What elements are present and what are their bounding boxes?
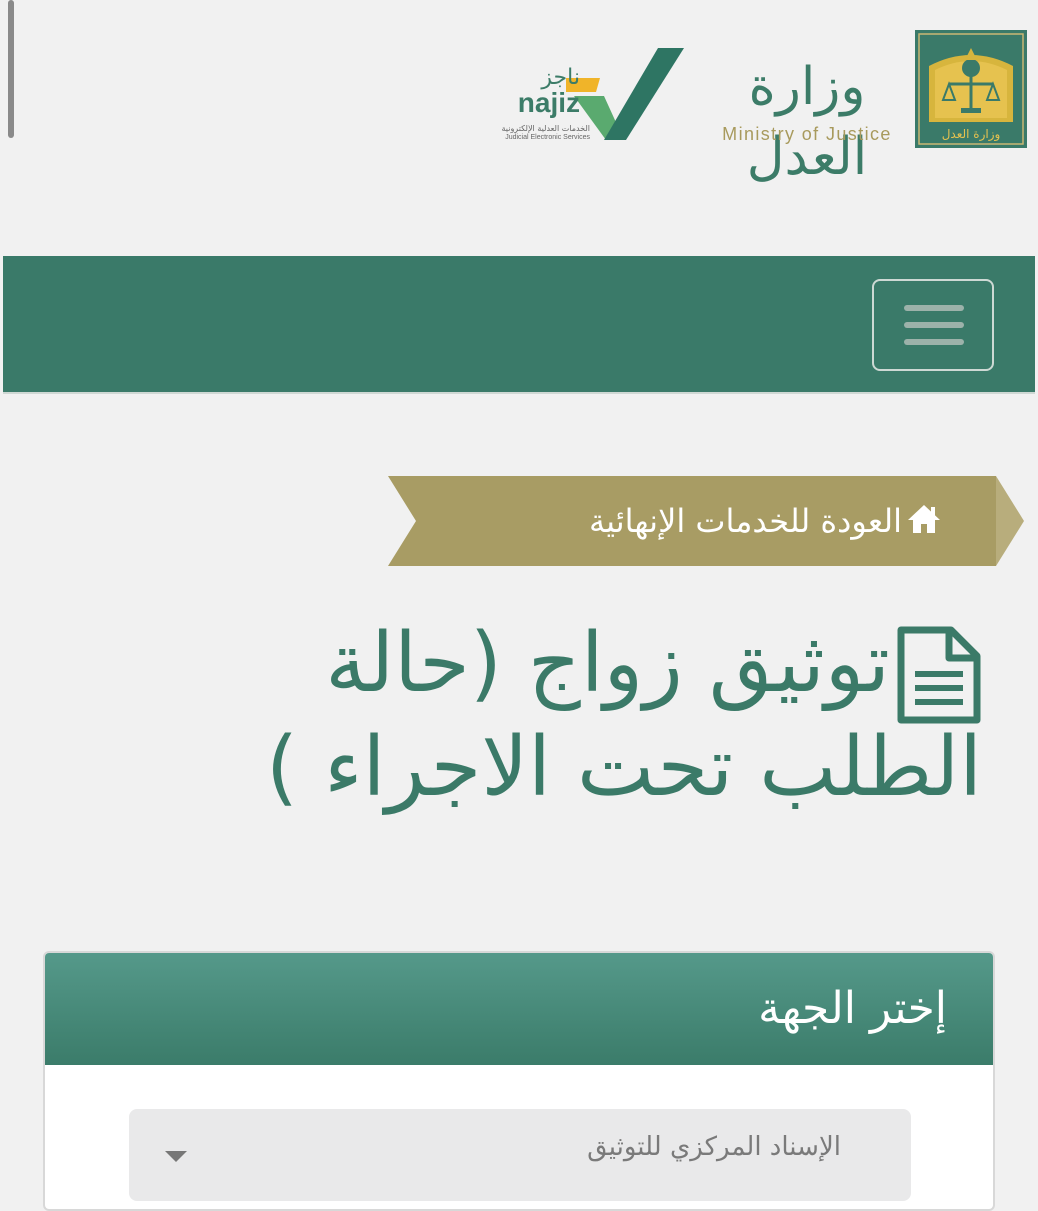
home-icon: [908, 505, 940, 533]
breadcrumb-label: العودة للخدمات الإنهائية: [588, 502, 902, 540]
najiz-tagline-english: Judicial Electronic Services: [505, 134, 590, 141]
main-navbar: [3, 256, 1035, 394]
najiz-tagline-arabic: الخدمات العدلية الإلكترونية: [501, 124, 590, 133]
moj-emblem-logo[interactable]: وزارة العدل: [915, 30, 1027, 148]
menu-toggle-button[interactable]: [872, 279, 994, 371]
page-title-line-1: توثيق زواج (حالة: [325, 616, 890, 711]
caret-down-icon: [165, 1151, 187, 1162]
najiz-name-english: najiz: [517, 87, 580, 118]
select-authority-panel: إختر الجهة الإسناد المركزي للتوثيق: [43, 951, 995, 1211]
panel-title: إختر الجهة: [758, 983, 947, 1034]
authority-select-value: الإسناد المركزي للتوثيق: [587, 1132, 841, 1162]
authority-select[interactable]: الإسناد المركزي للتوثيق: [129, 1109, 911, 1201]
site-header: وزارة العدل وزارة العدل Ministry of Just…: [0, 0, 1038, 250]
back-to-services-breadcrumb[interactable]: العودة للخدمات الإنهائية: [388, 476, 1028, 566]
moj-name-arabic: وزارة العدل: [746, 57, 868, 187]
panel-header: إختر الجهة: [45, 953, 993, 1065]
page-title: توثيق زواج (حالة الطلب تحت الاجراء ): [40, 612, 982, 820]
document-icon: [897, 626, 981, 724]
moj-name-english: Ministry of Justice: [722, 124, 892, 144]
svg-text:وزارة العدل: وزارة العدل: [942, 127, 1001, 142]
page-title-line-2: الطلب تحت الاجراء ): [266, 720, 982, 815]
